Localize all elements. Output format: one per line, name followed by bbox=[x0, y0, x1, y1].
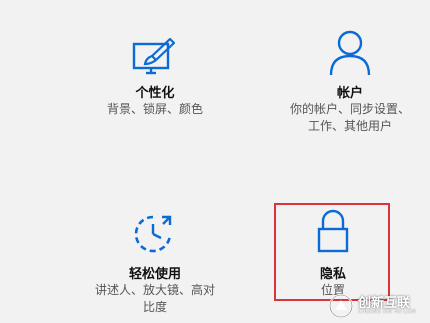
tile-description-line: 你的帐户、同步设置、 bbox=[289, 102, 410, 116]
tile-ease-of-access[interactable]: 轻松使用 讲述人、放大镜、高对 比度 bbox=[80, 205, 230, 315]
tile-title: 个性化 bbox=[135, 86, 175, 101]
tile-title: 帐户 bbox=[336, 86, 363, 101]
watermark: 创新互联 CHUANG XIN HU LIAN bbox=[328, 288, 430, 323]
ease-of-access-icon bbox=[132, 213, 178, 259]
tile-title: 轻松使用 bbox=[128, 267, 181, 282]
tile-description-line: 讲述人、放大镜、高对 bbox=[94, 283, 215, 297]
tile-description-line: 比度 bbox=[142, 300, 167, 314]
person-icon bbox=[328, 30, 372, 80]
paintbrush-monitor-icon bbox=[132, 36, 178, 80]
watermark-subtext: CHUANG XIN HU LIAN bbox=[358, 308, 416, 315]
tile-description: 背景、锁屏、颜色 bbox=[106, 102, 203, 116]
tile-accounts[interactable]: 帐户 你的帐户、同步设置、 工作、其他用户 bbox=[280, 30, 420, 150]
tile-personalization[interactable]: 个性化 背景、锁屏、颜色 bbox=[80, 30, 230, 130]
watermark-text: 创新互联 bbox=[358, 295, 411, 311]
tile-description: 讲述人、放大镜、高对 比度 bbox=[80, 282, 230, 316]
tile-description: 你的帐户、同步设置、 工作、其他用户 bbox=[280, 101, 420, 135]
tile-description-line: 工作、其他用户 bbox=[307, 119, 392, 133]
selection-highlight-box bbox=[274, 203, 390, 301]
brand-logo-icon bbox=[328, 293, 354, 319]
